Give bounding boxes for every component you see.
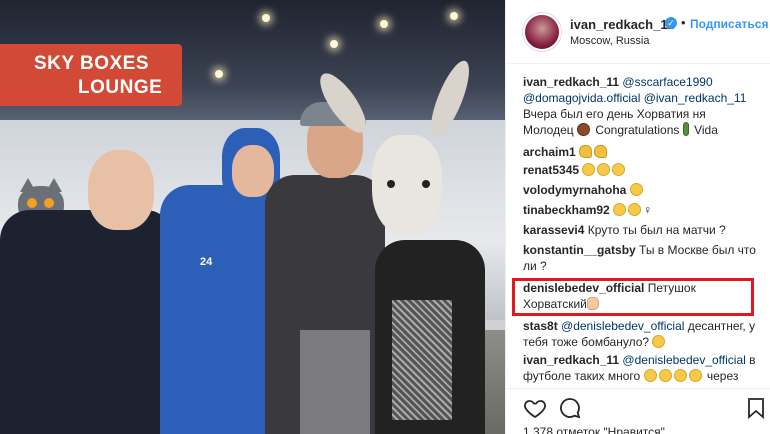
comment-mention[interactable]: @sscarface1990 [622,75,712,89]
comment-text: Молодец [523,123,574,137]
likes-count[interactable]: 1 378 отметок "Нравится" [523,425,665,434]
comment-item: volodymyrnahoha [523,182,765,198]
comment-mention[interactable]: @denislebedev_official [561,319,684,333]
post-header: ivan_redkach_11 ✓ • Подписаться Moscow, … [506,0,770,64]
ceiling-light [215,70,223,78]
grinning-emoji-icon [652,335,666,348]
grinning-emoji-icon [629,183,643,196]
comment-user[interactable]: stas8t [523,319,558,333]
flexed-arm-emoji-icon [579,145,593,158]
female-sign-icon: ♀ [643,203,653,217]
comment-item: archaim1 [523,144,765,160]
comment-text: Ты в Москве был что [639,243,756,257]
avatar[interactable] [523,13,561,51]
comment-item: konstantin__gatsby Ты в Москве был что л… [523,242,765,274]
comment-item: ivan_redkach_11 @sscarface1990 @domagojv… [523,74,765,138]
comment-text: Vida [694,123,718,137]
comment-mention[interactable]: @domagojvida.official @ivan_redkach_11 [523,91,746,105]
comment-text: тебя тоже бомбануло? [523,335,650,349]
shirt-number: 24 [200,256,213,268]
post-sidebar: ivan_redkach_11 ✓ • Подписаться Moscow, … [505,0,770,434]
sky-boxes-sign: SKY BOXES LOUNGE [0,44,182,106]
mask-eye [387,180,395,188]
grinning-emoji-icon [673,369,687,382]
comment-user[interactable]: ivan_redkach_11 [523,75,619,89]
ceiling-light [330,40,338,48]
header-separator: • [681,15,686,30]
sign-line-1: SKY BOXES [34,53,150,74]
comment-icon[interactable] [558,396,582,420]
heart-icon[interactable] [523,396,547,420]
laughing-emoji-icon [597,163,611,176]
laughing-emoji-icon [613,203,627,216]
location-link[interactable]: Moscow, Russia [570,35,649,47]
header-username[interactable]: ivan_redkach_11 [570,17,674,32]
comment-item: karassevi4 Круто ты был на матчи ? [523,222,765,238]
comment-user[interactable]: karassevi4 [523,223,584,237]
person-3-pants [300,330,370,434]
comment-user[interactable]: ivan_redkach_11 [523,353,619,367]
comment-text: Congratulations [595,123,680,137]
verified-badge-icon: ✓ [665,17,677,29]
ceiling-light [450,12,458,20]
ceiling-light [262,14,270,22]
comment-user[interactable]: renat5345 [523,163,579,177]
sequin-top [392,300,452,420]
bookmark-icon[interactable] [744,396,768,420]
laughing-emoji-icon [582,163,596,176]
comment-highlight-box [512,278,754,316]
person-1-head [88,150,154,230]
person-2-hoodie [160,185,275,434]
laughing-emoji-icon [628,203,642,216]
comment-text: Вчера был его день Хорватия ня [523,107,706,121]
follow-button[interactable]: Подписаться [690,17,768,31]
comment-item: tinabeckham92 ♀ [523,202,765,218]
mask-eye [422,180,430,188]
comment-item: renat5345 [523,162,765,178]
post-actions: 1 378 отметок "Нравится" [506,388,770,434]
comment-user[interactable]: konstantin__gatsby [523,243,636,257]
comment-text: десантнег, у [687,319,756,333]
grinning-emoji-icon [643,369,657,382]
grinning-emoji-icon [688,369,702,382]
comment-user[interactable]: tinabeckham92 [523,203,610,217]
comment-text: Круто ты был на матчи ? [587,223,726,237]
comment-text: в [749,353,756,367]
post-photo[interactable]: SKY BOXES LOUNGE 24 [0,0,505,434]
comment-item: stas8t @denislebedev_official десантнег,… [523,318,765,350]
flexed-arm-emoji-icon [594,145,608,158]
grinning-emoji-icon [658,369,672,382]
antelope-mask [372,135,442,235]
comment-item: ivan_redkach_11 @denislebedev_official в… [523,352,765,384]
comment-text: ли ? [523,259,547,273]
sign-line-2: LOUNGE [78,77,163,98]
comment-user[interactable]: archaim1 [523,145,576,159]
flag-emoji-icon [576,123,590,136]
laughing-emoji-icon [612,163,626,176]
bottle-emoji-icon [682,122,689,136]
person-1-jacket [0,210,175,434]
comment-mention[interactable]: @denislebedev_official [622,353,745,367]
comment-user[interactable]: volodymyrnahoha [523,183,626,197]
ceiling-light [380,20,388,28]
comment-text: футболе таких много [523,369,641,383]
comment-text: через [706,369,739,383]
person-2-head [232,145,274,197]
